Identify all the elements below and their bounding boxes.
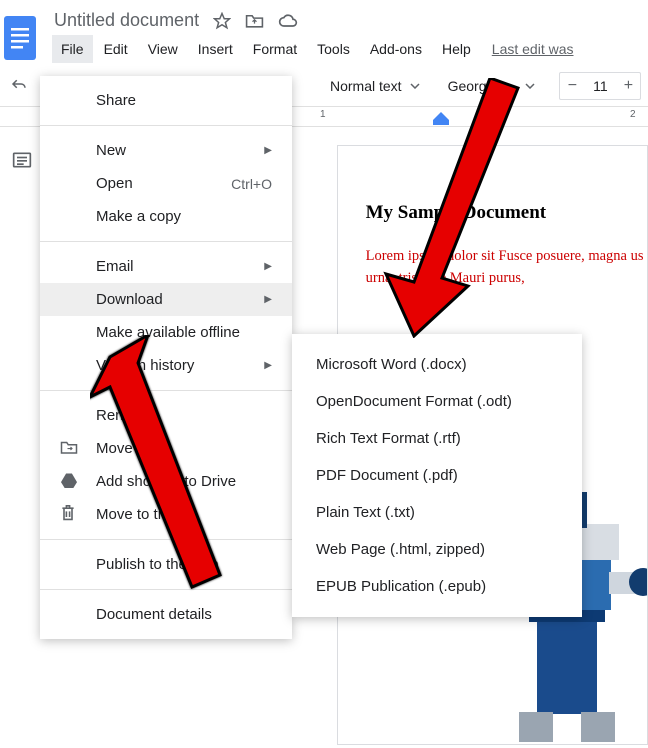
chevron-down-icon [410,83,420,89]
file-menu-open[interactable]: Open Ctrl+O [40,167,292,200]
menu-insert[interactable]: Insert [189,35,242,63]
cloud-status-icon[interactable] [278,13,298,29]
outline-toggle-icon[interactable] [12,151,32,745]
file-menu-rename[interactable]: Rename [40,399,292,432]
menu-separator [40,125,292,126]
file-menu-dropdown: Share New ▶ Open Ctrl+O Make a copy Email ▶… [40,76,292,639]
shortcut-label: Ctrl+O [231,176,272,192]
font-family-label: Georgia [448,78,498,94]
ruler-tick: 1 [320,109,326,120]
file-menu-label: Share [96,92,136,109]
docs-logo[interactable] [0,12,40,64]
submenu-arrow-icon: ▶ [264,294,272,305]
file-menu-label: Open [96,175,133,192]
file-menu-label: New [96,142,126,159]
submenu-arrow-icon: ▶ [264,261,272,272]
menu-separator [40,539,292,540]
ruler-tick: 2 [630,109,636,120]
download-txt[interactable]: Plain Text (.txt) [292,494,582,531]
file-menu-details[interactable]: Document details [40,598,292,631]
file-menu-label: Add shortcut to Drive [96,473,236,490]
menu-separator [40,390,292,391]
last-edit-link[interactable]: Last edit was [492,41,574,57]
paragraph-style-select[interactable]: Normal text [330,78,420,94]
file-menu-label: Version history [96,357,194,374]
menu-addons[interactable]: Add-ons [361,35,431,63]
menubar: File Edit View Insert Format Tools Add-o… [46,35,574,63]
submenu-arrow-icon: ▶ [264,145,272,156]
file-menu-share[interactable]: Share [40,84,292,117]
move-folder-icon[interactable] [245,12,264,29]
menu-separator [40,241,292,242]
menu-separator [40,589,292,590]
download-docx[interactable]: Microsoft Word (.docx) [292,346,582,383]
download-html[interactable]: Web Page (.html, zipped) [292,531,582,568]
paragraph-style-label: Normal text [330,78,402,94]
submenu-arrow-icon: ▶ [264,360,272,371]
font-size-value[interactable]: 11 [584,78,616,94]
file-menu-download[interactable]: Download ▶ [40,283,292,316]
file-menu-trash[interactable]: Move to trash [40,498,292,531]
document-title[interactable]: Untitled document [54,10,199,31]
file-menu-label: Move [96,440,133,457]
chevron-down-icon [525,83,535,89]
menu-format[interactable]: Format [244,35,306,63]
file-menu-publish[interactable]: Publish to the web [40,548,292,581]
file-menu-label: Make a copy [96,208,181,225]
file-menu-label: Move to trash [96,506,187,523]
drive-icon [60,472,78,492]
font-size-stepper: − 11 + [559,72,641,100]
file-menu-label: Make available offline [96,324,240,341]
trash-icon [60,504,76,526]
file-menu-version-history[interactable]: Version history ▶ [40,349,292,382]
file-menu-label: Document details [96,606,212,623]
undo-button[interactable] [4,73,34,100]
font-size-decrease[interactable]: − [560,73,584,99]
download-epub[interactable]: EPUB Publication (.epub) [292,568,582,605]
download-odt[interactable]: OpenDocument Format (.odt) [292,383,582,420]
font-family-select[interactable]: Georgia [448,78,536,94]
menu-tools[interactable]: Tools [308,35,359,63]
menu-edit[interactable]: Edit [95,35,137,63]
menu-file[interactable]: File [52,35,93,63]
file-menu-label: Publish to the web [96,556,219,573]
file-menu-offline[interactable]: Make available offline [40,316,292,349]
page-heading: My Sample Document [366,202,647,224]
move-icon [60,439,78,458]
file-menu-add-shortcut[interactable]: Add shortcut to Drive [40,465,292,498]
download-rtf[interactable]: Rich Text Format (.rtf) [292,420,582,457]
file-menu-label: Email [96,258,134,275]
download-pdf[interactable]: PDF Document (.pdf) [292,457,582,494]
file-menu-make-copy[interactable]: Make a copy [40,200,292,233]
menu-help[interactable]: Help [433,35,480,63]
file-menu-move[interactable]: Move [40,432,292,465]
menu-view[interactable]: View [139,35,187,63]
file-menu-new[interactable]: New ▶ [40,134,292,167]
font-size-increase[interactable]: + [616,73,640,99]
star-icon[interactable] [213,12,231,30]
file-menu-label: Download [96,291,163,308]
page-paragraph: Lorem ipsum dolor sit Fusce posuere, mag… [366,246,647,290]
file-menu-label: Rename [96,407,153,424]
file-menu-email[interactable]: Email ▶ [40,250,292,283]
indent-marker-icon[interactable] [433,112,449,126]
download-submenu: Microsoft Word (.docx) OpenDocument Form… [292,334,582,617]
